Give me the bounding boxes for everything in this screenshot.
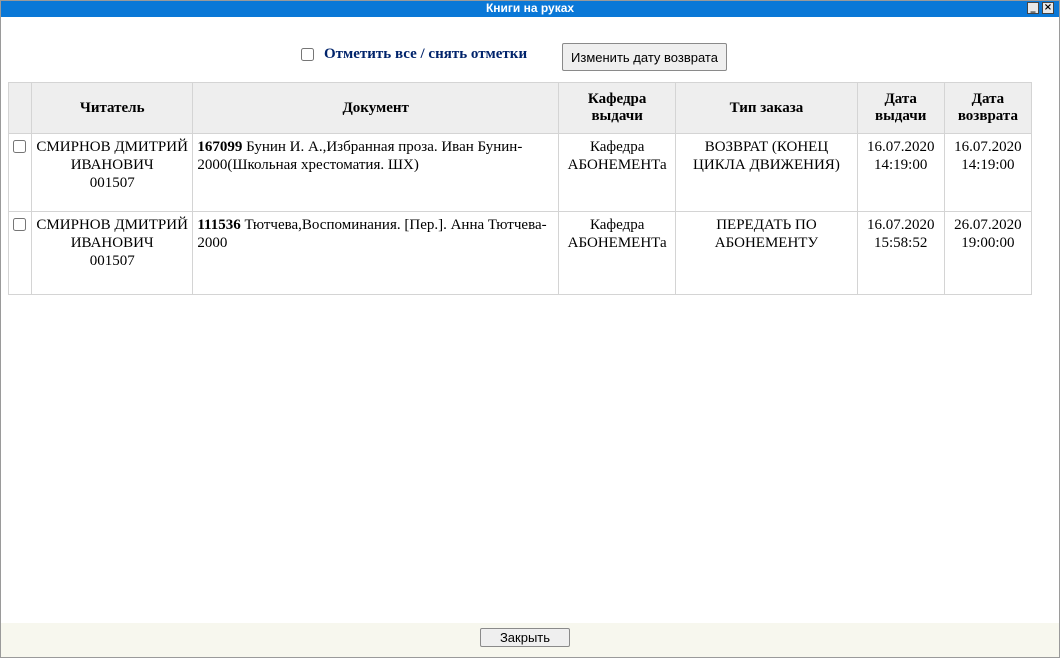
document-description: Бунин И. А.,Избранная проза. Иван Бунин-… — [197, 139, 523, 173]
issue-date-cell: 16.07.2020 15:58:52 — [856, 211, 945, 295]
reader-cell: СМИРНОВ ДМИТРИЙ ИВАНОВИЧ 001507 — [31, 133, 194, 212]
return-time: 19:00:00 — [961, 235, 1015, 251]
header-issue-date: Дата выдачи — [856, 82, 945, 134]
close-icon[interactable]: × — [1042, 2, 1054, 14]
reader-name: СМИРНОВ ДМИТРИЙ ИВАНОВИЧ — [36, 139, 188, 173]
row-checkbox[interactable] — [13, 140, 26, 153]
document-description: Тютчева,Воспоминания. [Пер.]. Анна Тютче… — [197, 217, 547, 251]
toolbar: Отметить все / снять отметки Изменить да… — [1, 41, 1059, 73]
dialog-footer: Закрыть — [1, 623, 1059, 657]
row-select-cell — [7, 211, 33, 295]
return-date: 16.07.2020 — [954, 139, 1022, 155]
header-select — [7, 82, 33, 134]
row-select-cell — [7, 133, 33, 212]
document-id: 111536 — [197, 217, 241, 233]
table-row: СМИРНОВ ДМИТРИЙ ИВАНОВИЧ 001507 111536 Т… — [7, 211, 1033, 295]
return-date-cell: 16.07.2020 14:19:00 — [943, 133, 1033, 212]
reader-id: 001507 — [89, 253, 135, 269]
return-date-cell: 26.07.2020 19:00:00 — [943, 211, 1033, 295]
reader-id: 001507 — [89, 175, 135, 191]
minimize-icon[interactable]: _ — [1027, 2, 1039, 14]
change-return-date-button[interactable]: Изменить дату возврата — [562, 43, 727, 71]
books-on-hand-window: Книги на руках _ × Отметить все / снять … — [0, 0, 1060, 658]
header-dept: Кафедра выдачи — [558, 82, 677, 134]
mark-all-control[interactable]: Отметить все / снять отметки — [299, 46, 527, 63]
issue-date: 16.07.2020 — [866, 139, 935, 155]
return-date: 26.07.2020 — [954, 217, 1022, 233]
dept-cell: Кафедра АБОНЕМЕНТа — [558, 211, 677, 295]
return-time: 14:19:00 — [961, 157, 1015, 173]
header-return-date: Дата возврата — [943, 82, 1033, 134]
issue-date: 16.07.2020 — [866, 217, 935, 233]
loans-table: Читатель Документ Кафедра выдачи Тип зак… — [7, 82, 1033, 295]
issue-time: 15:58:52 — [874, 235, 928, 251]
reader-cell: СМИРНОВ ДМИТРИЙ ИВАНОВИЧ 001507 — [31, 211, 194, 295]
issue-time: 14:19:00 — [874, 157, 928, 173]
order-type-cell: ВОЗВРАТ (КОНЕЦ ЦИКЛА ДВИЖЕНИЯ) — [675, 133, 858, 212]
window-titlebar[interactable]: Книги на руках _ × — [1, 1, 1059, 17]
order-type-cell: ПЕРЕДАТЬ ПО АБОНЕМЕНТУ — [675, 211, 858, 295]
document-id: 167099 — [197, 139, 243, 155]
document-cell: 111536 Тютчева,Воспоминания. [Пер.]. Анн… — [192, 211, 560, 295]
issue-date-cell: 16.07.2020 14:19:00 — [856, 133, 945, 212]
reader-name: СМИРНОВ ДМИТРИЙ ИВАНОВИЧ — [36, 217, 188, 251]
table-header-row: Читатель Документ Кафедра выдачи Тип зак… — [7, 82, 1033, 134]
mark-all-checkbox[interactable] — [301, 48, 314, 61]
mark-all-label[interactable]: Отметить все / снять отметки — [324, 46, 527, 63]
row-checkbox[interactable] — [13, 218, 26, 231]
header-order-type: Тип заказа — [675, 82, 858, 134]
header-document: Документ — [192, 82, 560, 134]
dept-cell: Кафедра АБОНЕМЕНТа — [558, 133, 677, 212]
document-cell: 167099 Бунин И. А.,Избранная проза. Иван… — [192, 133, 560, 212]
table-row: СМИРНОВ ДМИТРИЙ ИВАНОВИЧ 001507 167099 Б… — [7, 133, 1033, 212]
window-title: Книги на руках — [485, 1, 575, 15]
header-reader: Читатель — [31, 82, 194, 134]
close-button[interactable]: Закрыть — [480, 628, 570, 647]
